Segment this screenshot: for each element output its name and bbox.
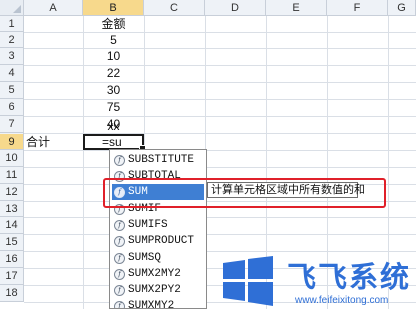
autocomplete-item-sumx2py2[interactable]: f SUMX2PY2 — [112, 282, 204, 298]
autocomplete-item-label: SUMXMY2 — [128, 300, 175, 309]
autocomplete-item-label: SUBSTITUTE — [128, 154, 195, 166]
row-header-17[interactable]: 17 — [0, 268, 24, 285]
row-header-15[interactable]: 15 — [0, 234, 24, 251]
cell-b8[interactable]: xx — [83, 118, 144, 134]
row-header-5[interactable]: 5 — [0, 82, 24, 99]
column-header-g[interactable]: G — [388, 0, 416, 16]
watermark: 飞飞系统 www.feifeixitong.com — [215, 254, 416, 309]
autocomplete-item-label: SUMSQ — [128, 252, 162, 264]
cell-b6[interactable]: 75 — [83, 99, 144, 115]
highlight-box — [103, 178, 386, 208]
column-header-c[interactable]: C — [144, 0, 205, 16]
row-header-18[interactable]: 18 — [0, 285, 24, 302]
row-header-11[interactable]: 11 — [0, 167, 24, 184]
column-header-e[interactable]: E — [266, 0, 327, 16]
autocomplete-item-label: SUMX2MY2 — [128, 268, 181, 280]
cell-a9[interactable]: 合计 — [26, 134, 81, 150]
gridline — [24, 167, 416, 168]
autocomplete-item-substitute[interactable]: f SUBSTITUTE — [112, 152, 204, 168]
autocomplete-item-sumproduct[interactable]: f SUMPRODUCT — [112, 233, 204, 249]
row-header-9[interactable]: 9 — [0, 134, 24, 150]
column-header-a[interactable]: A — [24, 0, 83, 16]
row-header-7[interactable]: 7 — [0, 116, 24, 133]
function-icon: f — [114, 154, 125, 166]
cell-b2[interactable]: 5 — [83, 32, 144, 48]
row-header-4[interactable]: 4 — [0, 65, 24, 82]
row-header-6[interactable]: 6 — [0, 99, 24, 116]
function-autocomplete-list[interactable]: f SUBSTITUTE f SUBTOTAL f SUM f SUMIF f SUMIF… — [109, 149, 207, 309]
cell-b4[interactable]: 22 — [83, 65, 144, 81]
gridline — [24, 217, 416, 218]
row-header-3[interactable]: 3 — [0, 48, 24, 65]
row-header-1[interactable]: 1 — [0, 16, 24, 32]
autocomplete-item-sumsq[interactable]: f SUMSQ — [112, 250, 204, 266]
row-header-12[interactable]: 12 — [0, 184, 24, 201]
cell-b9-formula[interactable]: =su — [102, 134, 142, 150]
function-icon: f — [114, 284, 125, 296]
autocomplete-item-label: SUMPRODUCT — [128, 235, 195, 247]
autocomplete-item-label: SUMIFS — [128, 219, 168, 231]
cell-b1[interactable]: 金额 — [83, 16, 144, 32]
autocomplete-item-label: SUMX2PY2 — [128, 284, 181, 296]
column-header-b[interactable]: B — [83, 0, 144, 16]
row-header-14[interactable]: 14 — [0, 217, 24, 234]
cell-b5[interactable]: 30 — [83, 82, 144, 98]
autocomplete-item-sumxmy2[interactable]: f SUMXMY2 — [112, 298, 204, 309]
select-all-corner[interactable] — [0, 0, 24, 16]
spreadsheet: A B C D E F G 1 2 3 4 5 6 7 8 9 10 11 12… — [0, 0, 416, 309]
row-header-2[interactable]: 2 — [0, 32, 24, 48]
row-header-13[interactable]: 13 — [0, 201, 24, 217]
autocomplete-item-sumx2my2[interactable]: f SUMX2MY2 — [112, 266, 204, 282]
gridline — [24, 234, 416, 235]
row-header-16[interactable]: 16 — [0, 251, 24, 268]
watermark-title: 飞飞系统 — [287, 260, 412, 294]
function-icon: f — [114, 235, 125, 247]
row-header-10[interactable]: 10 — [0, 150, 24, 167]
function-icon: f — [114, 219, 125, 231]
column-header-f[interactable]: F — [327, 0, 388, 16]
watermark-url: www.feifeixitong.com — [295, 295, 389, 306]
gridline — [24, 251, 416, 252]
autocomplete-item-sumifs[interactable]: f SUMIFS — [112, 217, 204, 233]
windows-logo-icon — [223, 256, 273, 306]
gridline — [24, 150, 416, 151]
function-icon: f — [114, 252, 125, 264]
cell-b3[interactable]: 10 — [83, 48, 144, 64]
column-header-d[interactable]: D — [205, 0, 266, 16]
function-icon: f — [114, 300, 125, 308]
function-icon: f — [114, 268, 125, 280]
